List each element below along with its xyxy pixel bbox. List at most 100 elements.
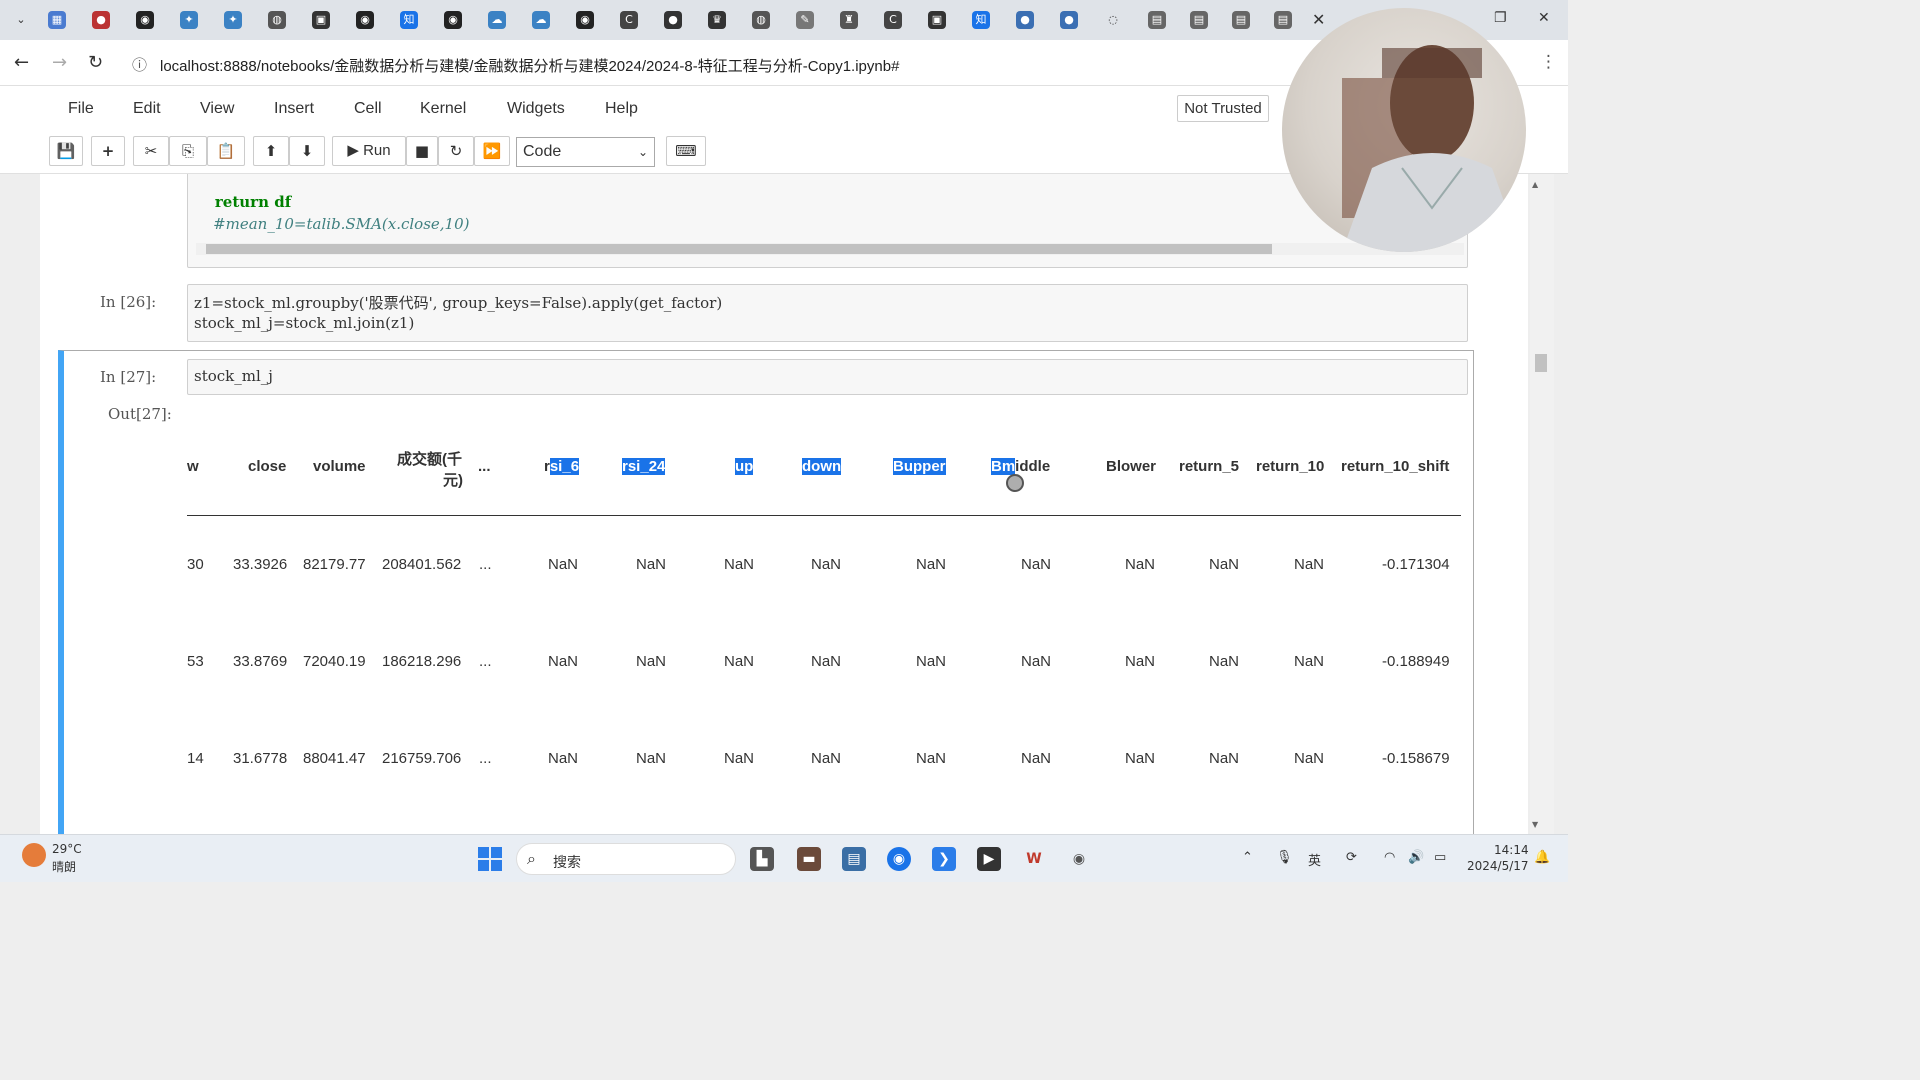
insert-cell-icon[interactable]: + <box>91 136 125 166</box>
taskbar-file-icon[interactable]: ▙ <box>750 847 774 871</box>
tab-book4-icon[interactable]: ▤ <box>1274 11 1292 29</box>
code-cell-26[interactable]: z1=stock_ml.groupby('股票代码', group_keys=F… <box>187 284 1468 342</box>
taskbar-record-icon[interactable]: ◉ <box>1067 847 1091 871</box>
forward-arrow-icon[interactable]: → <box>52 52 67 73</box>
run-button[interactable]: ▶ Run <box>332 136 406 166</box>
tab-translate2-icon[interactable]: ✦ <box>224 11 242 29</box>
tab-video2-icon[interactable]: ▣ <box>928 11 946 29</box>
tab-cloud-icon[interactable]: ☁ <box>488 11 506 29</box>
tab-globe2-icon[interactable]: ◍ <box>752 11 770 29</box>
cell-type-select[interactable]: Code ⌄ <box>516 137 655 167</box>
paste-icon[interactable]: 📋 <box>207 136 245 166</box>
tray-volume-icon[interactable]: 🔊 <box>1408 850 1424 865</box>
dataframe-output: w close volume 成交额(千 元) ... rsi_6 rsi_24… <box>187 436 1461 834</box>
tab-feather-icon[interactable]: ✎ <box>796 11 814 29</box>
site-info-icon[interactable]: ⓘ <box>132 54 147 75</box>
tab-app4-icon[interactable]: C <box>884 11 902 29</box>
restart-run-all-icon[interactable]: ⏩ <box>474 136 510 166</box>
tab-calendar-icon[interactable]: ▦ <box>48 11 66 29</box>
tab-cloud2-icon[interactable]: ☁ <box>532 11 550 29</box>
scroll-up-icon[interactable]: ▲ <box>1532 180 1538 189</box>
menu-insert[interactable]: Insert <box>274 100 314 118</box>
keyboard-icon[interactable]: ⌨ <box>666 136 706 166</box>
tab-chat-icon[interactable]: ● <box>664 11 682 29</box>
menu-kernel[interactable]: Kernel <box>420 100 466 118</box>
header-return-10-shift: return_10_shift <box>1341 458 1450 475</box>
move-down-icon[interactable]: ⬇ <box>289 136 325 166</box>
taskbar-explorer-icon[interactable]: ▤ <box>842 847 866 871</box>
menu-widgets[interactable]: Widgets <box>507 100 565 118</box>
tab-app3-icon[interactable]: ♜ <box>840 11 858 29</box>
row-2-rsi-24: NaN <box>636 750 667 767</box>
scroll-down-icon[interactable]: ▼ <box>1532 820 1538 829</box>
tray-chevron-icon[interactable]: ⌃ <box>1242 850 1253 865</box>
tab-github-icon[interactable]: ◉ <box>136 11 154 29</box>
row-0-amount: 208401.562 <box>382 556 462 573</box>
tab-globe-icon[interactable]: ◍ <box>268 11 286 29</box>
interrupt-icon[interactable]: ■ <box>406 136 438 166</box>
tab-github3-icon[interactable]: ◉ <box>444 11 462 29</box>
tray-wifi-icon[interactable]: ◠ <box>1384 850 1395 865</box>
vertical-scrollbar[interactable]: ▲ ▼ <box>1530 174 1554 834</box>
menu-help[interactable]: Help <box>605 100 638 118</box>
tray-app-icon[interactable]: ⟳ <box>1346 850 1357 865</box>
window-restore-icon[interactable]: ❐ <box>1494 10 1507 26</box>
tab-list-chevron-icon[interactable]: ⌄ <box>12 11 30 29</box>
tab-app2-icon[interactable]: C <box>620 11 638 29</box>
taskbar-folder-icon[interactable]: ▬ <box>797 847 821 871</box>
reload-icon[interactable]: ↻ <box>88 52 103 73</box>
tab-book2-icon[interactable]: ▤ <box>1190 11 1208 29</box>
window-close-icon[interactable]: ✕ <box>1538 10 1550 26</box>
tab-github2-icon[interactable]: ◉ <box>356 11 374 29</box>
tab-loading-icon[interactable]: ◌ <box>1104 11 1122 29</box>
taskbar-search-box[interactable]: ⌕ 搜索 <box>516 843 736 875</box>
back-arrow-icon[interactable]: ← <box>14 52 29 73</box>
taskbar-vscode-icon[interactable]: ❯ <box>932 847 956 871</box>
not-trusted-button[interactable]: Not Trusted <box>1177 95 1269 122</box>
cell-27-code: stock_ml_j <box>194 367 273 385</box>
tab-translate-icon[interactable]: ✦ <box>180 11 198 29</box>
tab-book3-icon[interactable]: ▤ <box>1232 11 1250 29</box>
copy-icon[interactable]: ⎘ <box>169 136 207 166</box>
run-label: Run <box>363 142 391 159</box>
prev-code-cell[interactable]: return df #mean_10=talib.SMA(x.close,10) <box>187 174 1468 268</box>
vertical-scrollbar-thumb[interactable] <box>1535 354 1547 372</box>
save-icon[interactable]: 💾 <box>49 136 83 166</box>
horizontal-scrollbar[interactable] <box>196 243 1464 255</box>
url-input[interactable]: localhost:8888/notebooks/金融数据分析与建模/金融数据分… <box>160 55 899 76</box>
tab-sphere2-icon[interactable]: ● <box>1060 11 1078 29</box>
tray-time: 14:14 <box>1494 843 1529 857</box>
search-icon: ⌕ <box>527 849 536 868</box>
tab-github4-icon[interactable]: ◉ <box>576 11 594 29</box>
tab-zhihu2-icon[interactable]: 知 <box>972 11 990 29</box>
taskbar-terminal-icon[interactable]: ▶ <box>977 847 1001 871</box>
tab-video-icon[interactable]: ▣ <box>312 11 330 29</box>
mouse-cursor-icon <box>1006 474 1024 492</box>
scrollbar-thumb[interactable] <box>206 244 1272 254</box>
row-0-return-10-shift: -0.171304 <box>1382 556 1450 573</box>
tray-battery-icon[interactable]: ▭ <box>1434 850 1446 865</box>
tab-close-icon[interactable]: ✕ <box>1312 10 1325 29</box>
tray-notification-icon[interactable]: 🔔 <box>1534 850 1550 865</box>
menu-cell[interactable]: Cell <box>354 100 382 118</box>
menu-file[interactable]: File <box>68 100 94 118</box>
tab-app-icon[interactable]: ● <box>92 11 110 29</box>
code-cell-27[interactable]: stock_ml_j <box>187 359 1468 395</box>
cut-icon[interactable]: ✂ <box>133 136 169 166</box>
restart-icon[interactable]: ↻ <box>438 136 474 166</box>
taskbar-wps-icon[interactable]: W <box>1022 847 1046 871</box>
tray-ime-icon[interactable]: 英 <box>1308 850 1321 869</box>
tab-book-icon[interactable]: ▤ <box>1148 11 1166 29</box>
tab-zhihu-icon[interactable]: 知 <box>400 11 418 29</box>
move-up-icon[interactable]: ⬆ <box>253 136 289 166</box>
taskbar-chrome-icon[interactable]: ◉ <box>887 847 911 871</box>
tab-sphere-icon[interactable]: ● <box>1016 11 1034 29</box>
windows-start-icon[interactable] <box>478 847 502 871</box>
weather-icon[interactable] <box>22 843 46 867</box>
tab-crown-icon[interactable]: ♛ <box>708 11 726 29</box>
row-1-bupper: NaN <box>916 653 947 670</box>
menu-view[interactable]: View <box>200 100 234 118</box>
menu-edit[interactable]: Edit <box>133 100 161 118</box>
tray-mic-icon[interactable]: 🎙 <box>1276 850 1293 865</box>
browser-menu-icon[interactable]: ⋮ <box>1540 52 1557 72</box>
